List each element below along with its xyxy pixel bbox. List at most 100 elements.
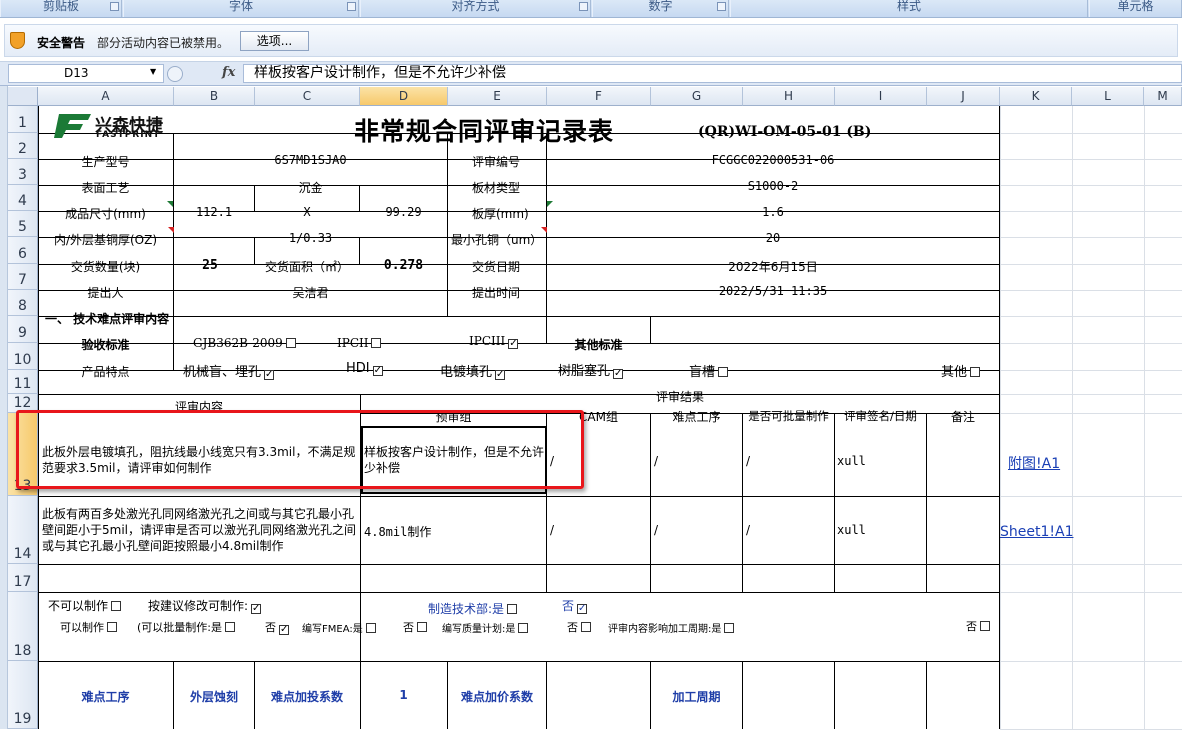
cell-D14[interactable]: 4.8mil制作 <box>364 523 431 540</box>
checkbox[interactable] <box>365 623 376 633</box>
row-header-1[interactable]: 1 <box>8 106 38 133</box>
checkbox[interactable]: ✓ <box>372 366 383 376</box>
row-header-6[interactable]: 6 <box>8 237 38 264</box>
option-quality-plan-no[interactable]: 否 <box>567 619 591 635</box>
cell-A2[interactable]: 生产型号 <box>38 153 173 170</box>
cell-H12[interactable]: 是否可批量制作 <box>743 408 834 424</box>
cell-B4[interactable]: 112.1 <box>174 205 254 219</box>
cell-H14[interactable]: / <box>746 523 750 537</box>
option-fmea-yes[interactable]: 编写FMEA:是 <box>302 620 376 635</box>
cell-D19[interactable]: 1 <box>360 688 447 702</box>
cell-I14[interactable]: xull <box>837 523 866 537</box>
checkbox[interactable] <box>507 604 518 614</box>
name-box[interactable]: D13 <box>8 64 164 83</box>
cell-A19[interactable]: 难点工序 <box>38 688 173 705</box>
ipc3-standard[interactable]: IPCIII ✓ <box>469 334 519 349</box>
dialog-launcher-icon[interactable] <box>347 2 356 11</box>
row-header-8[interactable]: 8 <box>8 290 38 316</box>
column-header-M[interactable]: M <box>1144 87 1182 106</box>
cell-F14[interactable]: / <box>550 523 554 537</box>
checkbox[interactable]: ✓ <box>577 604 588 614</box>
checkbox[interactable] <box>111 601 122 611</box>
option-cycle-impact-yes[interactable]: 评审内容影响加工周期:是 <box>608 620 735 635</box>
cell-D11[interactable]: 评审结果 <box>361 388 999 405</box>
hyperlink-sheet1[interactable]: Sheet1!A1 <box>1000 524 1073 540</box>
cell-A6[interactable]: 交货数量(块) <box>38 258 173 275</box>
checkbox[interactable]: ✓ <box>613 369 624 379</box>
comment-indicator-icon[interactable] <box>168 227 174 233</box>
column-header-B[interactable]: B <box>174 87 255 106</box>
cell-F4[interactable]: 1.6 <box>547 205 999 219</box>
ribbon-group-clipboard[interactable]: 剪贴板 <box>0 0 122 17</box>
cell-F2[interactable]: FCGGC022000531-06 <box>547 153 999 167</box>
cell-A14[interactable]: 此板有两百多处激光孔同网络激光孔之间或与其它孔最小孔壁间距小于5mil，请评审是… <box>42 506 360 554</box>
checkbox[interactable]: ✓ <box>495 370 506 380</box>
ribbon-group-styles[interactable]: 样式 <box>730 0 1088 17</box>
cell-E19[interactable]: 难点加价系数 <box>448 688 546 705</box>
row-header-7[interactable]: 7 <box>8 264 38 290</box>
formula-input[interactable]: 样板按客户设计制作，但是不允许少补偿 <box>243 64 1182 83</box>
gjb-standard[interactable]: GJB362B-2009 <box>193 336 296 350</box>
cell-B6[interactable]: 25 <box>174 258 246 273</box>
row-header-19[interactable]: 19 <box>8 661 38 729</box>
chevron-down-icon[interactable]: ▼ <box>150 67 156 76</box>
option-mfg-tech-yes[interactable]: 制造技术部:是 <box>428 600 518 617</box>
cell-B5[interactable]: 1/0.33 <box>174 231 447 245</box>
comment-indicator-icon[interactable] <box>547 201 553 207</box>
cell-C19[interactable]: 难点加投系数 <box>255 688 359 705</box>
checkbox[interactable]: ✓ <box>279 625 289 635</box>
checkbox[interactable]: ✓ <box>251 604 262 614</box>
cell-B7[interactable]: 吴洁君 <box>174 284 447 301</box>
column-header-F[interactable]: F <box>547 87 651 106</box>
row-header-10[interactable]: 10 <box>8 343 38 370</box>
formula-bar-handle-icon[interactable] <box>167 66 183 82</box>
cell-E5[interactable]: 最小孔铜（um） <box>451 231 542 248</box>
checkbox[interactable]: ✓ <box>508 339 519 349</box>
select-all-corner[interactable] <box>8 87 38 106</box>
cell-I12[interactable]: 评审签名/日期 <box>835 408 926 424</box>
checkbox[interactable]: ✓ <box>264 370 275 380</box>
row-header-11[interactable]: 11 <box>8 370 38 394</box>
cell-G12[interactable]: 难点工序 <box>651 408 742 425</box>
row-header-9[interactable]: 9 <box>8 316 38 343</box>
checkbox[interactable] <box>371 338 382 348</box>
option-mfg-tech-no[interactable]: 否 ✓ <box>562 597 588 614</box>
checkbox[interactable] <box>718 367 729 377</box>
option-quality-plan-yes[interactable]: 编写质量计划:是 <box>442 620 529 635</box>
cell-F7[interactable]: 2022/5/31 11:35 <box>547 284 999 298</box>
row-header-17[interactable]: 17 <box>8 564 38 592</box>
cell-A5[interactable]: 内/外层基铜厚(OZ) <box>38 231 173 248</box>
option-batch-yes[interactable]: (可以批量制作:是 <box>137 619 235 635</box>
cell-C6[interactable]: 交货面积（㎡） <box>255 258 359 275</box>
cell-A3[interactable]: 表面工艺 <box>38 179 173 196</box>
column-header-I[interactable]: I <box>835 87 927 106</box>
ribbon-group-number[interactable]: 数字 <box>592 0 729 17</box>
checkbox[interactable] <box>518 623 529 633</box>
worksheet-grid[interactable]: ABCDEFGHIJKLM 1 2 3 4 5 6 7 8 9 10 11 12 13 14 17 18 19 … <box>0 86 1182 730</box>
dialog-launcher-icon[interactable] <box>110 2 119 11</box>
checkbox[interactable] <box>285 338 296 348</box>
cell-F5[interactable]: 20 <box>547 231 999 245</box>
option-make-with-suggestion[interactable]: 按建议修改可制作: ✓ <box>148 597 262 614</box>
checkbox[interactable] <box>225 622 235 632</box>
column-header-L[interactable]: L <box>1072 87 1144 106</box>
feature-mechanical-blind[interactable]: 机械盲、埋孔 ✓ <box>183 361 275 380</box>
insert-function-icon[interactable]: fx <box>222 65 235 80</box>
checkbox[interactable] <box>107 622 117 632</box>
hyperlink-attachment[interactable]: 附图!A1 <box>1008 453 1060 473</box>
column-header-K[interactable]: K <box>1000 87 1072 106</box>
cell-E6[interactable]: 交货日期 <box>472 258 520 275</box>
checkbox[interactable] <box>417 622 427 632</box>
checkbox[interactable] <box>581 622 591 632</box>
column-header-D[interactable]: D <box>360 87 448 106</box>
cell-E3[interactable]: 板材类型 <box>472 179 520 196</box>
cell-G14[interactable]: / <box>654 523 658 537</box>
cell-J12[interactable]: 备注 <box>927 408 999 425</box>
comment-indicator-icon[interactable] <box>167 201 173 207</box>
column-header-J[interactable]: J <box>927 87 1000 106</box>
option-batch-no[interactable]: 否 ✓ <box>265 619 289 635</box>
cell-A8[interactable]: 一、 技术难点评审内容 <box>45 310 169 327</box>
cell-I13[interactable]: xull <box>837 454 866 468</box>
row-header-2[interactable]: 2 <box>8 133 38 159</box>
column-header-A[interactable]: A <box>38 87 174 106</box>
